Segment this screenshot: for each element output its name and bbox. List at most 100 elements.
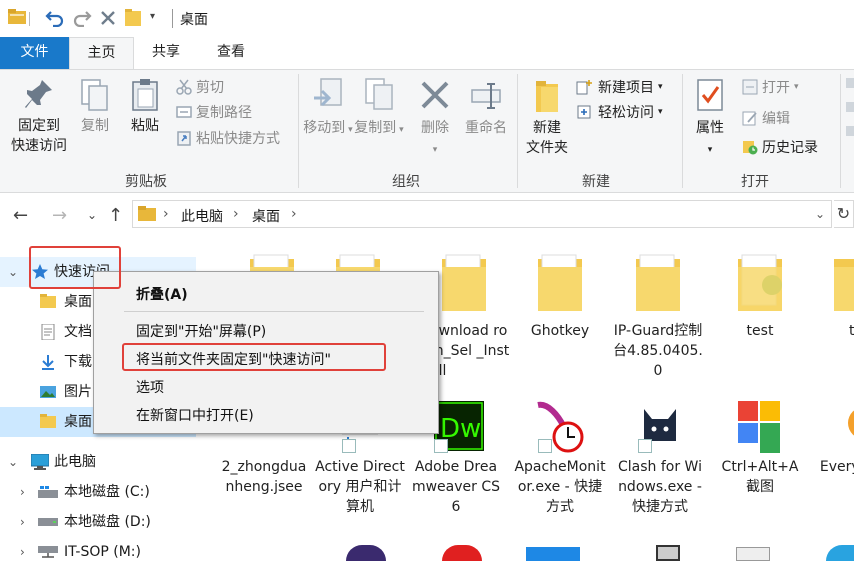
file-item-apache-monitor[interactable]: ApacheMonitor.exe - 快捷方式 [514, 401, 606, 517]
file-thumb [528, 401, 592, 457]
copy-button[interactable]: 复制 [76, 78, 114, 136]
file-item-everything[interactable]: Every 超级 [810, 401, 854, 477]
app-icon-partial[interactable] [656, 545, 680, 561]
easy-access-icon [577, 105, 591, 119]
file-name: test [746, 323, 774, 339]
select-group-partial[interactable] [846, 78, 854, 136]
copy-path-button[interactable]: 复制路径 [176, 101, 252, 123]
menu-separator [124, 311, 424, 312]
shortcut-arrow-icon [434, 439, 448, 453]
file-item-clash[interactable]: Clash for Windows.exe - 快捷方式 [614, 401, 706, 517]
paste-shortcut-label: 粘贴快捷方式 [196, 131, 280, 147]
documents-icon [41, 324, 55, 340]
chevron-down-icon[interactable]: ⌄ [8, 257, 18, 287]
copy-to-button[interactable]: 复制到 ▾ [354, 78, 404, 140]
app-icon-partial[interactable] [736, 547, 770, 561]
new-folder-button[interactable]: 新建 文件夹 [522, 78, 572, 158]
group-divider [840, 74, 841, 188]
folder-item-test[interactable]: test [714, 251, 806, 341]
file-item-screenshot[interactable]: Ctrl+Alt+A 截图 [714, 401, 806, 497]
app-icon-partial[interactable] [526, 547, 580, 561]
folder-icon [738, 254, 782, 311]
properties-icon [697, 79, 723, 111]
menu-item-collapse[interactable]: 折叠(A) [136, 284, 188, 304]
chevron-right-icon[interactable]: › [20, 477, 25, 507]
file-thumb [628, 401, 692, 457]
open-label: 打开 [762, 80, 790, 96]
shortcut-arrow-icon [538, 439, 552, 453]
folder-icon [834, 259, 854, 311]
new-item-button[interactable]: 新建项目 ▾ [576, 76, 663, 98]
redo-icon[interactable] [72, 9, 92, 31]
breadcrumb-this-pc[interactable]: 此电脑 [181, 206, 223, 226]
nav-drive-c[interactable]: › 本地磁盘 (C:) [0, 477, 196, 507]
pin-label-line1: 固定到 [18, 118, 60, 134]
file-name: Active Directory 用户和计算机 [315, 459, 405, 515]
folder-item-ghotkey[interactable]: Ghotkey [514, 251, 606, 341]
chevron-down-icon[interactable]: ⌄ [8, 447, 18, 477]
refresh-button[interactable]: ↻ [834, 200, 854, 228]
history-icon [743, 141, 758, 155]
easy-access-button[interactable]: 轻松访问 ▾ [576, 101, 663, 123]
address-bar[interactable]: › 此电脑 › 桌面 › ⌄ [132, 200, 832, 228]
chevron-right-icon[interactable]: › [20, 507, 25, 537]
new-folder-icon[interactable] [125, 9, 141, 31]
properties-button[interactable]: 属性 ▾ [688, 78, 732, 160]
undo-icon[interactable] [45, 9, 65, 31]
menu-item-pin-start[interactable]: 固定到"开始"屏幕(P) [136, 321, 266, 341]
paste-shortcut-button[interactable]: 粘贴快捷方式 [176, 127, 280, 149]
screenshot-tool-icon [738, 401, 780, 453]
pin-to-quick-access-button[interactable]: 固定到 快速访问 [6, 78, 72, 156]
open-group-label: 打开 [741, 174, 769, 190]
nav-drive-m[interactable]: › IT-SOP (M:) [0, 537, 196, 561]
rename-button[interactable]: 重命名 [461, 78, 511, 138]
folder-icon [538, 254, 582, 311]
drive-icon [38, 518, 58, 526]
nav-drive-d[interactable]: › 本地磁盘 (D:) [0, 507, 196, 537]
file-name: 2_zhongduanheng.jsee [221, 459, 307, 495]
folder-item-ip-guard[interactable]: IP-Guard控制台4.85.0405.0 [612, 251, 704, 381]
address-dropdown-icon[interactable]: ⌄ [815, 207, 825, 221]
back-button[interactable]: ← [13, 205, 28, 226]
folder-item-te[interactable]: te [810, 251, 854, 341]
copy-to-label: 复制到 [354, 120, 397, 136]
tab-home[interactable]: 主页 [69, 37, 134, 70]
forward-button[interactable]: → [52, 205, 67, 226]
app-icon-partial[interactable] [826, 545, 854, 561]
breadcrumb-desktop[interactable]: 桌面 [252, 206, 280, 226]
file-name: Clash for Windows.exe - 快捷方式 [618, 459, 702, 515]
folder-icon [40, 294, 56, 308]
edit-button[interactable]: 编辑 [742, 107, 790, 129]
file-name: Adobe Dreamweaver CS6 [411, 459, 501, 515]
move-to-button[interactable]: 移动到 ▾ [303, 78, 353, 140]
chevron-right-icon[interactable]: › [20, 537, 25, 561]
app-icon-partial[interactable] [346, 545, 386, 561]
cut-button[interactable]: 剪切 [176, 76, 224, 98]
breadcrumb-separator: › [291, 206, 297, 222]
nav-this-pc[interactable]: ⌄ 此电脑 [0, 447, 196, 477]
shortcut-arrow-icon [638, 439, 652, 453]
menu-item-open-new-window[interactable]: 在新窗口中打开(E) [136, 405, 254, 425]
tab-view[interactable]: 查看 [198, 37, 264, 69]
tab-share[interactable]: 共享 [134, 37, 198, 69]
open-button[interactable]: 打开 ▾ [742, 76, 799, 98]
customize-dropdown-icon[interactable]: ▾ [150, 11, 155, 22]
group-divider [298, 74, 299, 188]
delete-icon[interactable] [99, 9, 117, 31]
easy-access-label: 轻松访问 [598, 105, 654, 121]
tab-file[interactable]: 文件 [0, 37, 69, 69]
paste-button[interactable]: 粘贴 [126, 78, 164, 136]
history-button[interactable]: 历史记录 [742, 136, 818, 158]
folder-icon [442, 254, 486, 311]
history-label: 历史记录 [762, 140, 818, 156]
app-icon-partial[interactable] [442, 545, 482, 561]
edit-label: 编辑 [762, 111, 790, 127]
delete-button[interactable]: 删除 ▾ [415, 78, 455, 160]
up-button[interactable]: ↑ [108, 205, 123, 226]
folder-icon[interactable] [8, 9, 26, 29]
menu-item-options[interactable]: 选项 [136, 377, 164, 397]
recent-locations-icon[interactable]: ⌄ [87, 208, 97, 222]
breadcrumb-separator: › [163, 206, 169, 222]
rename-icon [471, 83, 501, 109]
file-thumb [824, 401, 854, 457]
